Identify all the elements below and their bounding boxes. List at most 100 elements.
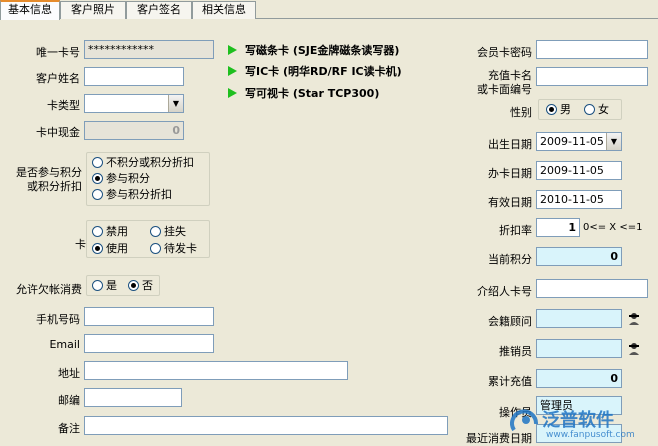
birth-date-value: 2009-11-05 (540, 135, 604, 148)
option-label: 待发卡 (164, 242, 197, 255)
note-label: 备注 (58, 422, 80, 435)
issue-date-label: 办卡日期 (488, 167, 532, 180)
birth-date-label: 出生日期 (488, 138, 532, 151)
brand-url[interactable]: www.fanpusoft.com (546, 430, 635, 440)
card-no-field[interactable]: ************ (84, 40, 214, 59)
status-option-lost[interactable]: 挂失 (150, 226, 186, 238)
option-label: 参与积分折扣 (106, 188, 172, 201)
chevron-down-icon[interactable]: ▼ (168, 95, 183, 112)
option-label: 否 (142, 279, 153, 292)
issue-date-field[interactable]: 2009-11-05 (536, 161, 622, 180)
tab-bar: 基本信息 客户照片 客户签名 相关信息 (0, 0, 658, 20)
points-mode-label-line2: 或积分折扣 (27, 180, 82, 193)
radio-icon (150, 243, 161, 254)
radio-checked-icon (92, 243, 103, 254)
action-label: 写IC卡 (明华RD/RF IC读卡机) (245, 65, 402, 78)
write-visual-card-link[interactable]: 写可视卡 (Star TCP300) (228, 85, 379, 101)
seller-field (536, 339, 622, 358)
referrer-field[interactable] (536, 279, 648, 298)
total-recharge-label: 累计充值 (488, 375, 532, 388)
cash-label: 卡中现金 (36, 126, 80, 139)
option-label: 参与积分 (106, 172, 150, 185)
gender-option-female[interactable]: 女 (584, 104, 609, 116)
status-option-pending[interactable]: 待发卡 (150, 243, 197, 255)
option-label: 使用 (106, 242, 128, 255)
status-option-disabled[interactable]: 禁用 (92, 226, 128, 238)
consultant-field (536, 309, 622, 328)
note-field[interactable] (84, 416, 448, 435)
points-mode-label: 是否参与积分 或积分折扣 (16, 166, 82, 194)
play-arrow-icon (228, 66, 237, 76)
status-option-active[interactable]: 使用 (92, 243, 128, 255)
chevron-down-icon[interactable]: ▼ (606, 133, 621, 150)
gender-option-male[interactable]: 男 (546, 104, 571, 116)
card-face-name-label: 充值卡名 或卡面编号 (477, 69, 532, 97)
customer-name-field[interactable] (84, 67, 184, 86)
brand-logo-icon (510, 409, 538, 432)
birth-date-picker[interactable]: 2009-11-05 ▼ (536, 132, 622, 151)
referrer-label: 介绍人卡号 (477, 285, 532, 298)
email-label: Email (49, 338, 80, 351)
zip-field[interactable] (84, 388, 182, 407)
option-label: 是 (106, 279, 117, 292)
current-points-field: 0 (536, 247, 622, 266)
tab-customer-signature[interactable]: 客户签名 (126, 1, 192, 19)
radio-icon (150, 226, 161, 237)
points-mode-option-none[interactable]: 不积分或积分折扣 (92, 157, 194, 169)
discount-rate-hint: 0<= X <=1 (583, 222, 643, 233)
radio-icon (92, 226, 103, 237)
radio-checked-icon (128, 280, 139, 291)
radio-checked-icon (546, 104, 557, 115)
points-mode-option-points[interactable]: 参与积分 (92, 173, 150, 185)
person-lookup-icon[interactable] (627, 341, 641, 355)
write-magstripe-link[interactable]: 写磁条卡 (SJE金牌磁条读写器) (228, 42, 399, 58)
person-lookup-icon[interactable] (627, 311, 641, 325)
total-recharge-field: 0 (536, 369, 622, 388)
option-label: 男 (560, 103, 571, 116)
tab-customer-photo[interactable]: 客户照片 (60, 1, 126, 19)
expire-date-field[interactable]: 2010-11-05 (536, 190, 622, 209)
points-mode-option-discount[interactable]: 参与积分折扣 (92, 189, 172, 201)
option-label: 禁用 (106, 225, 128, 238)
radio-icon (92, 189, 103, 200)
action-label: 写磁条卡 (SJE金牌磁条读写器) (245, 44, 400, 57)
card-type-select[interactable]: ▼ (84, 94, 184, 113)
card-no-label: 唯一卡号 (36, 46, 80, 59)
card-face-name-field[interactable] (536, 67, 648, 86)
card-face-name-label-line1: 充值卡名 (488, 69, 532, 82)
action-label: 写可视卡 (Star TCP300) (245, 87, 380, 100)
discount-rate-label: 折扣率 (499, 224, 532, 237)
option-label: 不积分或积分折扣 (106, 156, 194, 169)
overdraft-label: 允许欠帐消费 (16, 283, 82, 296)
points-mode-label-line1: 是否参与积分 (16, 166, 82, 179)
mobile-label: 手机号码 (36, 313, 80, 326)
customer-name-label: 客户姓名 (36, 72, 80, 85)
radio-icon (92, 280, 103, 291)
brand-watermark: 泛普软件 www.fanpusoft.com (506, 404, 656, 444)
expire-date-label: 有效日期 (488, 196, 532, 209)
overdraft-option-no[interactable]: 否 (128, 280, 153, 292)
address-field[interactable] (84, 361, 348, 380)
gender-label: 性别 (510, 106, 532, 119)
mobile-field[interactable] (84, 307, 214, 326)
card-password-label: 会员卡密码 (477, 46, 532, 59)
option-label: 女 (598, 103, 609, 116)
email-field[interactable] (84, 334, 214, 353)
discount-rate-field[interactable]: 1 (536, 218, 580, 237)
current-points-label: 当前积分 (488, 253, 532, 266)
cash-field: 0 (84, 121, 184, 140)
radio-icon (92, 157, 103, 168)
zip-label: 邮编 (58, 394, 80, 407)
seller-label: 推销员 (499, 345, 532, 358)
card-password-field[interactable] (536, 40, 648, 59)
brand-name: 泛普软件 (542, 410, 614, 431)
tab-related-info[interactable]: 相关信息 (192, 1, 256, 19)
tab-basic-info[interactable]: 基本信息 (0, 0, 60, 20)
play-arrow-icon (228, 45, 237, 55)
radio-icon (584, 104, 595, 115)
write-ic-card-link[interactable]: 写IC卡 (明华RD/RF IC读卡机) (228, 63, 402, 79)
play-arrow-icon (228, 88, 237, 98)
card-type-label: 卡类型 (47, 99, 80, 112)
consultant-label: 会籍顾问 (488, 315, 532, 328)
overdraft-option-yes[interactable]: 是 (92, 280, 117, 292)
